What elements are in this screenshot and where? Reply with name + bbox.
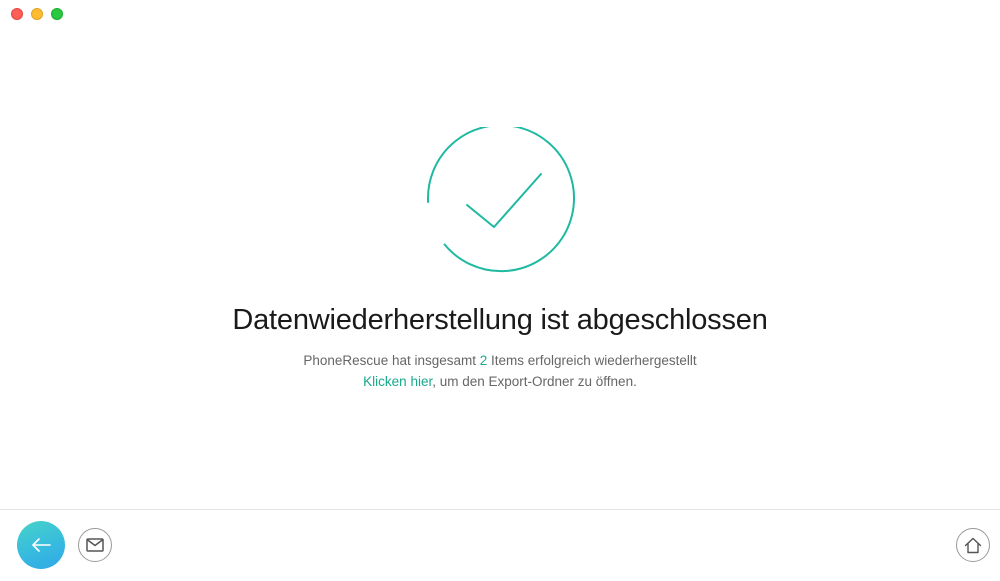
app-window: Datenwiederherstellung ist abgeschlossen… (0, 0, 1000, 581)
window-controls (11, 8, 63, 20)
summary-suffix: Items erfolgreich wiederhergestellt (487, 353, 697, 368)
open-export-folder-link[interactable]: Klicken hier (363, 374, 432, 389)
summary-line: PhoneRescue hat insgesamt 2 Items erfolg… (0, 350, 1000, 371)
close-window-button[interactable] (11, 8, 23, 20)
arrow-left-icon (32, 538, 51, 552)
page-title: Datenwiederherstellung ist abgeschlossen (232, 304, 768, 336)
back-button[interactable] (17, 521, 65, 569)
recovery-summary: PhoneRescue hat insgesamt 2 Items erfolg… (0, 350, 1000, 392)
maximize-window-button[interactable] (51, 8, 63, 20)
summary-prefix: PhoneRescue hat insgesamt (303, 353, 480, 368)
export-line-suffix: , um den Export-Ordner zu öffnen. (432, 374, 637, 389)
home-icon (964, 537, 982, 553)
checkmark-circle-icon (427, 127, 575, 273)
minimize-window-button[interactable] (31, 8, 43, 20)
mail-icon (86, 538, 104, 552)
export-line: Klicken hier, um den Export-Ordner zu öf… (0, 371, 1000, 392)
mail-button[interactable] (78, 528, 112, 562)
home-button[interactable] (956, 528, 990, 562)
footer-divider (0, 509, 1000, 510)
